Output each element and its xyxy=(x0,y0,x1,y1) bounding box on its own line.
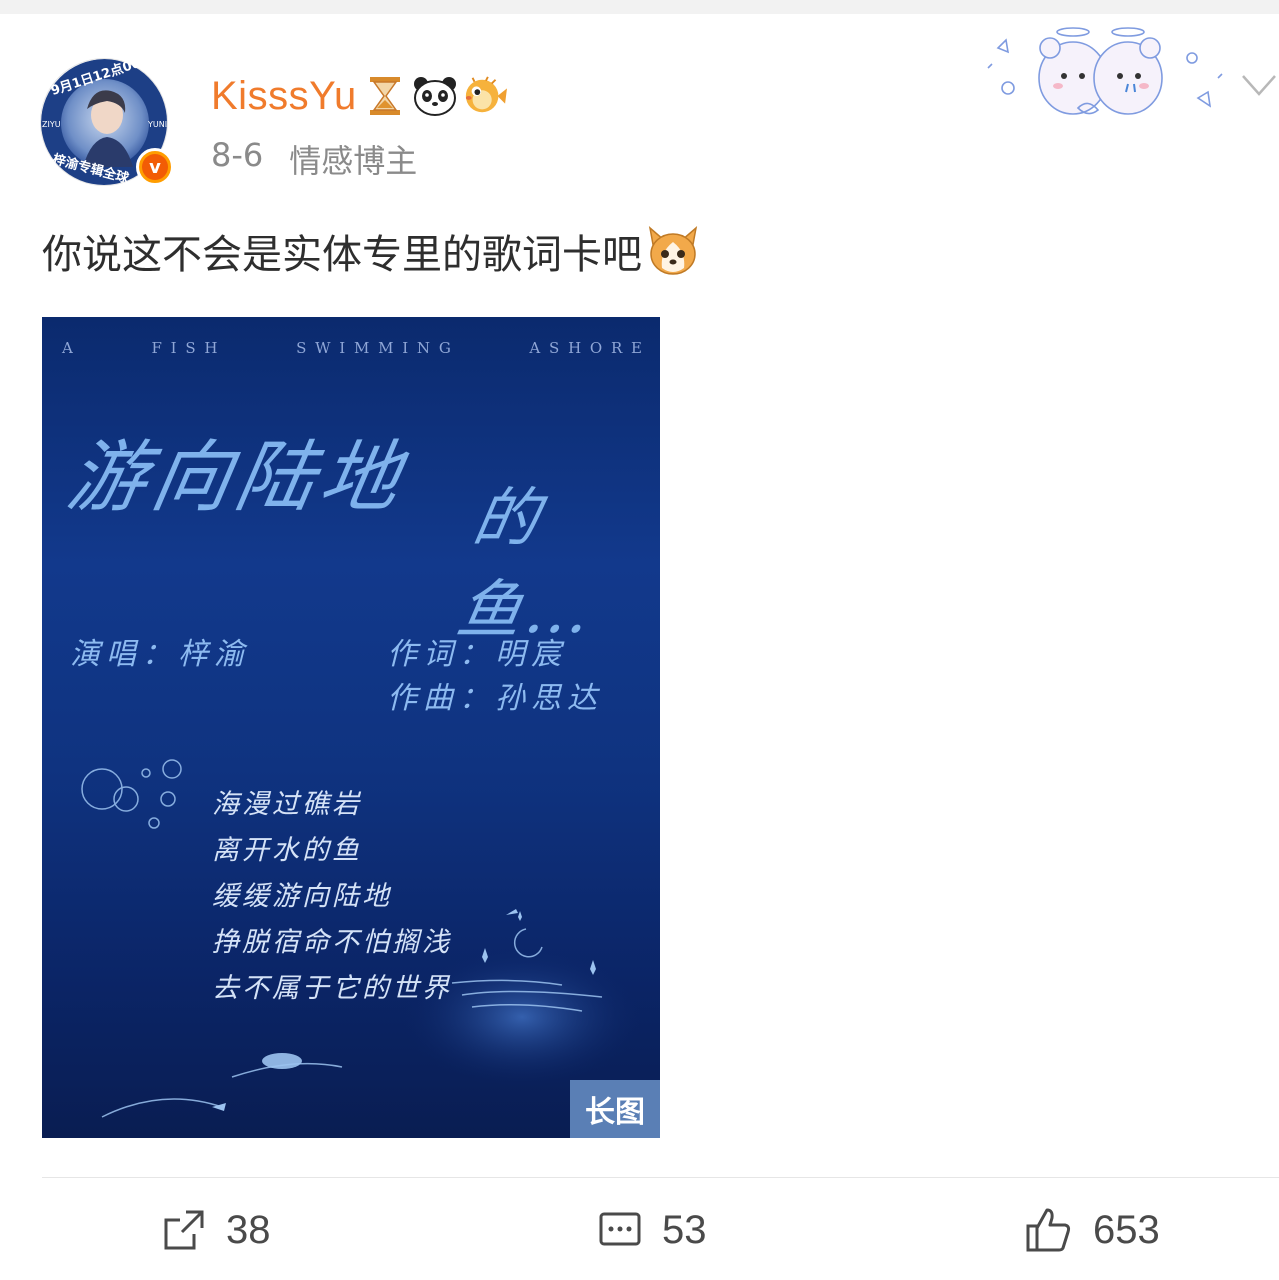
dog-emoji-icon xyxy=(644,222,702,280)
pufferfish-icon[interactable] xyxy=(463,74,507,118)
username-row: KisssYu xyxy=(211,68,507,124)
poster-title-tail: 的鱼… xyxy=(451,482,601,648)
avatar-ring-left: ZIYU xyxy=(42,120,61,129)
lyric-line: 去不属于它的世界 xyxy=(212,973,452,1004)
lyric-line: 挣脱宿命不怕搁浅 xyxy=(212,927,452,958)
poster-top-word-2: F I S H xyxy=(151,339,220,357)
post-image-lyric-card[interactable]: A F I S H S W I M M I N G A S H O R E 游向… xyxy=(42,317,660,1138)
decorative-bear-sticker-icon xyxy=(978,18,1226,130)
post-body: 你说这不会是实体专里的歌词卡吧 xyxy=(42,232,642,278)
long-image-badge: 长图 xyxy=(570,1080,660,1138)
panda-icon[interactable] xyxy=(413,74,457,118)
poster-singer: 演唱：梓渝 xyxy=(70,637,250,672)
lyric-line: 缓缓游向陆地 xyxy=(212,881,392,912)
hourglass-icon[interactable] xyxy=(363,74,407,118)
username[interactable]: KisssYu xyxy=(211,74,357,119)
avatar-ring-right: YUNI xyxy=(148,120,168,129)
repost-icon xyxy=(162,1208,206,1252)
poster-lyrics: 海漫过礁岩 离开水的鱼 缓缓游向陆地 挣脱宿命不怕搁浅 去不属于它的世界 xyxy=(212,782,452,1012)
poster-composer: 作曲：孙思达 xyxy=(387,681,603,716)
poster-title: 游向陆地 xyxy=(60,433,413,523)
action-divider xyxy=(42,1177,1279,1178)
poster-lyricist: 作词：明宸 xyxy=(387,637,567,672)
repost-count: 38 xyxy=(226,1207,271,1252)
poster-top-word-1: A xyxy=(62,339,75,357)
repost-button[interactable]: 38 xyxy=(162,1200,271,1260)
user-avatar[interactable]: 9月1日12点00音乐 梓渝专辑全球 ZIYU YUNI v xyxy=(40,48,174,188)
lyric-line: 海漫过礁岩 xyxy=(212,789,362,820)
like-button[interactable]: 653 xyxy=(1025,1200,1160,1260)
thumbs-up-icon xyxy=(1025,1206,1073,1254)
comment-count: 53 xyxy=(662,1207,707,1252)
comment-button[interactable]: 53 xyxy=(598,1200,707,1260)
chevron-down-icon[interactable] xyxy=(1239,70,1279,104)
poster-top-word-3: S W I M M I N G xyxy=(296,339,453,357)
poster-top-line: A F I S H S W I M M I N G A S H O R E xyxy=(42,339,660,357)
verified-badge-icon: v xyxy=(136,148,174,186)
poster-top-word-4: A S H O R E xyxy=(529,339,644,357)
user-tag: 情感博主 xyxy=(289,142,418,180)
post-meta: 8-6 情感博主 xyxy=(211,136,417,182)
post-date: 8-6 xyxy=(211,136,264,174)
comment-icon xyxy=(598,1208,642,1252)
post-text: 你说这不会是实体专里的歌词卡吧 xyxy=(42,222,702,280)
top-separator-strip xyxy=(0,0,1279,14)
lyric-line: 离开水的鱼 xyxy=(212,835,362,866)
like-count: 653 xyxy=(1093,1207,1160,1252)
